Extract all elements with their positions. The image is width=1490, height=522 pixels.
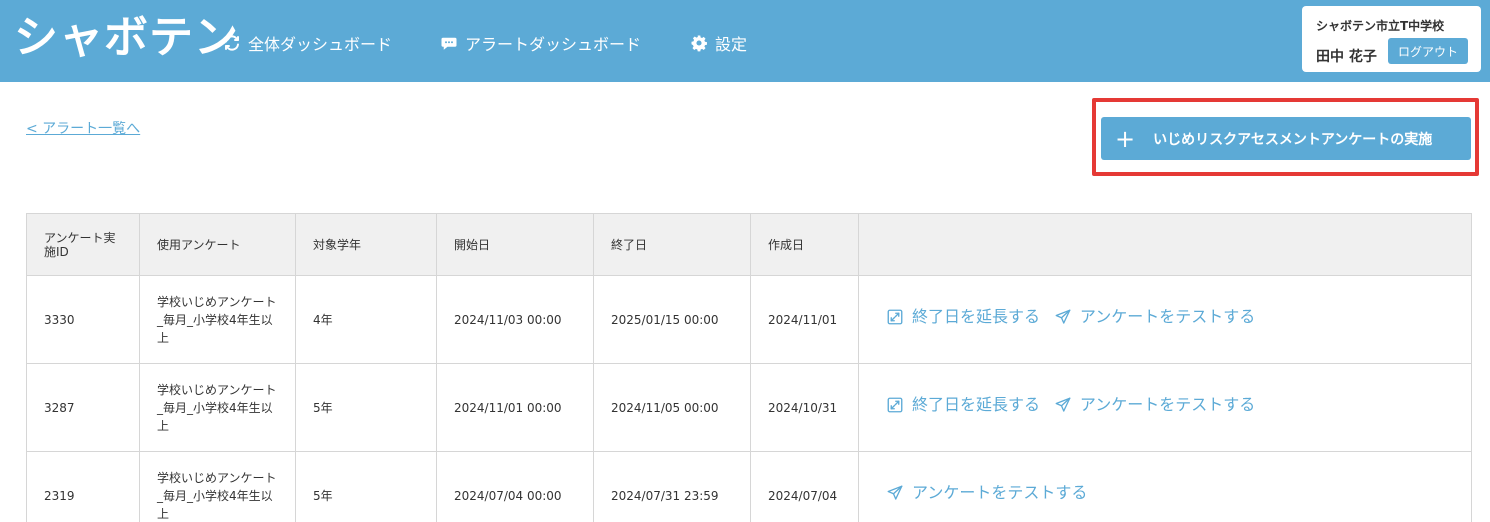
table-row: 2319 学校いじめアンケート_毎月_小学校4年生以上 5年 2024/07/0… [26, 451, 1472, 522]
extend-end-date-button[interactable]: 終了日を延長する [886, 308, 1040, 326]
cell-survey: 学校いじめアンケート_毎月_小学校4年生以上 [139, 451, 296, 522]
gear-icon [689, 33, 709, 53]
cell-end: 2024/07/31 23:59 [593, 451, 751, 522]
extend-end-date-label: 終了日を延長する [912, 395, 1041, 414]
expand-icon [887, 309, 903, 325]
table-row: 3287 学校いじめアンケート_毎月_小学校4年生以上 5年 2024/11/0… [26, 363, 1472, 452]
plus-icon: + [1115, 124, 1136, 153]
cell-survey: 学校いじめアンケート_毎月_小学校4年生以上 [139, 363, 296, 452]
expand-icon [887, 397, 903, 413]
col-header-start: 開始日 [436, 213, 594, 276]
cell-actions: 終了日を延長する アンケートをテストする [858, 363, 1472, 452]
cell-start: 2024/11/03 00:00 [436, 275, 594, 364]
chat-bubble-icon [439, 33, 459, 53]
cell-id: 3330 [26, 275, 140, 364]
test-survey-button[interactable]: アンケートをテストする [1054, 396, 1255, 414]
user-name: 田中 花子 [1316, 49, 1377, 65]
cell-end: 2025/01/15 00:00 [593, 275, 751, 364]
cell-id: 2319 [26, 451, 140, 522]
sync-icon [222, 33, 242, 53]
cell-grade: 4年 [295, 275, 437, 364]
conduct-survey-button[interactable]: + いじめリスクアセスメントアンケートの実施 [1101, 117, 1471, 160]
school-name: シャボテン市立T中学校 [1316, 19, 1445, 33]
table-header-row: アンケート実施ID 使用アンケート 対象学年 開始日 終了日 作成日 [26, 213, 1472, 276]
user-info-box: シャボテン市立T中学校 田中 花子 ログアウト [1302, 6, 1481, 72]
survey-table: アンケート実施ID 使用アンケート 対象学年 開始日 終了日 作成日 3330 … [26, 213, 1472, 522]
conduct-survey-label: いじめリスクアセスメントアンケートの実施 [1153, 131, 1433, 148]
col-header-id: アンケート実施ID [26, 213, 140, 276]
send-icon [1055, 397, 1071, 412]
send-icon [887, 485, 903, 500]
nav-alert-dashboard-label: アラートダッシュボード [465, 35, 642, 54]
app-header: シャボテン 全体ダッシュボード アラートダッシュボード 設定 シャボテン市立T中… [0, 0, 1490, 82]
table-row: 3330 学校いじめアンケート_毎月_小学校4年生以上 4年 2024/11/0… [26, 275, 1472, 364]
nav-settings[interactable]: 設定 [689, 30, 747, 56]
cell-created: 2024/10/31 [750, 363, 859, 452]
cell-start: 2024/11/01 00:00 [436, 363, 594, 452]
cell-grade: 5年 [295, 451, 437, 522]
test-survey-label: アンケートをテストする [1079, 307, 1256, 326]
cell-grade: 5年 [295, 363, 437, 452]
app-logo[interactable]: シャボテン [14, 8, 239, 68]
extend-end-date-button[interactable]: 終了日を延長する [886, 396, 1040, 414]
col-header-end: 終了日 [593, 213, 751, 276]
extend-end-date-label: 終了日を延長する [912, 307, 1041, 326]
nav-overall-dashboard[interactable]: 全体ダッシュボード [222, 30, 392, 56]
back-to-alert-list-link[interactable]: < アラート一覧へ [26, 118, 140, 138]
test-survey-label: アンケートをテストする [912, 483, 1088, 502]
send-icon [1055, 309, 1071, 324]
cell-id: 3287 [26, 363, 140, 452]
cell-created: 2024/07/04 [750, 451, 859, 522]
nav-settings-label: 設定 [715, 35, 748, 54]
test-survey-label: アンケートをテストする [1079, 395, 1256, 414]
test-survey-button[interactable]: アンケートをテストする [1054, 308, 1255, 326]
col-header-grade: 対象学年 [295, 213, 437, 276]
nav-alert-dashboard[interactable]: アラートダッシュボード [439, 30, 641, 56]
cell-end: 2024/11/05 00:00 [593, 363, 751, 452]
cell-actions: 終了日を延長する アンケートをテストする [858, 275, 1472, 364]
test-survey-button[interactable]: アンケートをテストする [886, 484, 1087, 502]
col-header-created: 作成日 [750, 213, 859, 276]
cell-survey: 学校いじめアンケート_毎月_小学校4年生以上 [139, 275, 296, 364]
cell-created: 2024/11/01 [750, 275, 859, 364]
cell-actions: アンケートをテストする [858, 451, 1472, 522]
nav-overall-dashboard-label: 全体ダッシュボード [248, 35, 393, 54]
col-header-survey: 使用アンケート [139, 213, 296, 276]
logout-button[interactable]: ログアウト [1388, 38, 1468, 64]
col-header-actions [858, 213, 1472, 276]
cell-start: 2024/07/04 00:00 [436, 451, 594, 522]
